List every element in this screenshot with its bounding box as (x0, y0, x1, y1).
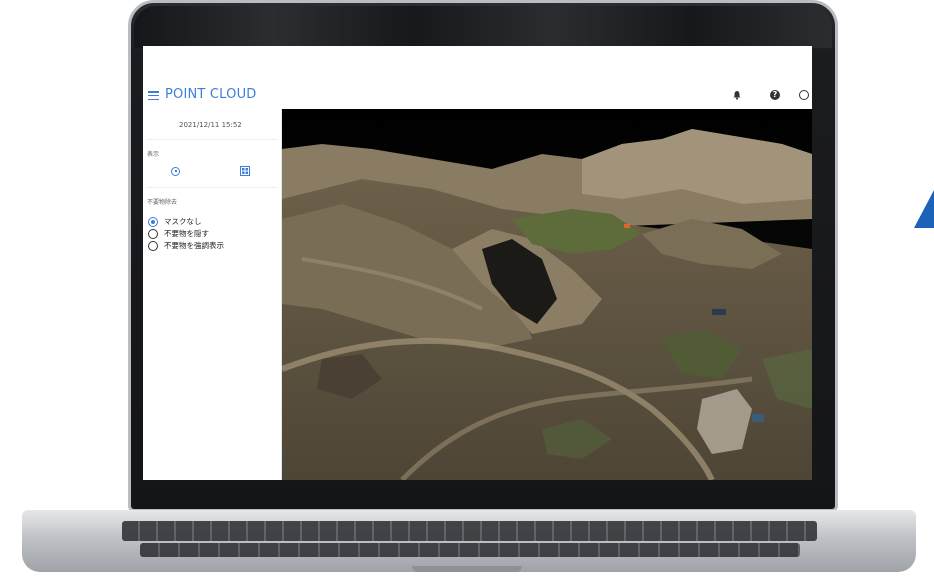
bell-icon[interactable] (732, 90, 742, 100)
point-cloud-viewer[interactable] (282, 109, 812, 480)
laptop-notch (412, 566, 522, 572)
help-icon[interactable]: ? (770, 90, 780, 100)
divider (147, 139, 277, 140)
display-section-label: 表示 (147, 151, 160, 158)
divider (147, 187, 277, 188)
grid-view-icon[interactable] (240, 166, 250, 176)
decorative-shape (914, 190, 934, 228)
laptop-bezel (134, 6, 832, 48)
radio-button[interactable] (148, 217, 158, 227)
sidebar: 2021/12/11 15:52 表示 不要物除去 マスクなし 不要物を隠す 不… (143, 109, 282, 480)
radio-button[interactable] (148, 229, 158, 239)
timestamp: 2021/12/11 15:52 (179, 121, 242, 129)
keyboard (140, 543, 800, 557)
account-icon[interactable] (799, 90, 809, 100)
filter-section-label: 不要物除去 (147, 199, 178, 206)
app-title: POINT CLOUD (165, 87, 257, 102)
radio-label: 不要物を強調表示 (164, 241, 224, 250)
laptop-screen: POINT CLOUD ? 2021/12/11 15:52 表示 不要物除去 … (143, 46, 812, 480)
terrain-render (282, 109, 812, 480)
menu-icon[interactable] (148, 91, 159, 101)
radio-button[interactable] (148, 241, 158, 251)
keyboard (122, 521, 817, 541)
laptop-base (22, 510, 916, 572)
rotate-icon[interactable] (171, 167, 180, 176)
radio-label: 不要物を隠す (164, 229, 209, 238)
radio-label: マスクなし (164, 217, 202, 226)
app-header: POINT CLOUD ? (143, 46, 812, 109)
